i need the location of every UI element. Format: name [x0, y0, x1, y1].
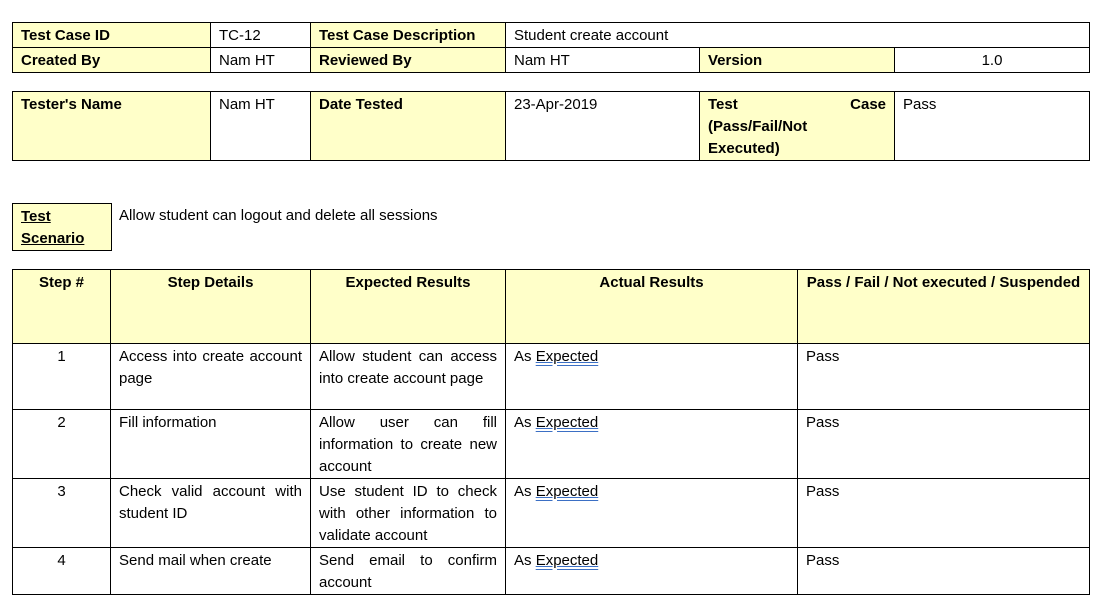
scenario-table: Test Scenario	[12, 203, 112, 251]
description-label: Test Case Description	[310, 22, 506, 48]
actual-expected-word: Expected	[535, 414, 599, 431]
step-details: Check valid account with student ID	[110, 478, 311, 548]
actual-expected-word: Expected	[535, 348, 599, 365]
step-number: 2	[12, 409, 111, 479]
scenario-label-part-2: Scenario	[21, 230, 85, 247]
actual-expected-word: Expected	[535, 552, 599, 569]
column-header-step: Step #	[12, 269, 111, 344]
test-case-result-value: Pass	[894, 91, 1090, 161]
step-details: Access into create account page	[110, 343, 311, 410]
actual-prefix: As	[514, 483, 532, 500]
version-value: 1.0	[894, 47, 1090, 73]
step-actual: As Expected	[505, 547, 798, 595]
actual-prefix: As	[514, 552, 532, 569]
actual-expected-word: Expected	[535, 483, 599, 500]
column-header-step-details: Step Details	[110, 269, 311, 344]
date-tested-value: 23-Apr-2019	[505, 91, 700, 161]
description-value: Student create account	[505, 22, 1090, 48]
test-case-result-label: Test Case (Pass/Fail/Not Executed)	[699, 91, 895, 161]
tester-name-label: Tester's Name	[12, 91, 211, 161]
test-case-id-value: TC-12	[210, 22, 311, 48]
step-expected: Use student ID to check with other infor…	[310, 478, 506, 548]
table-row: 1 Access into create account page Allow …	[12, 343, 1090, 410]
step-actual: As Expected	[505, 343, 798, 410]
tester-name-value: Nam HT	[210, 91, 311, 161]
result-label-part-3: (Pass/Fail/Not	[708, 118, 808, 135]
reviewed-by-label: Reviewed By	[310, 47, 506, 73]
result-label-part-1: Test	[708, 96, 738, 113]
tester-table: Tester's Name Nam HT Date Tested 23-Apr-…	[12, 91, 1090, 161]
step-number: 3	[12, 478, 111, 548]
column-header-expected: Expected Results	[310, 269, 506, 344]
step-status: Pass	[797, 343, 1090, 410]
steps-header-row: Step # Step Details Expected Results Act…	[12, 269, 1090, 344]
step-details: Fill information	[110, 409, 311, 479]
version-label: Version	[699, 47, 895, 73]
result-label-part-2: Case	[850, 96, 886, 113]
test-scenario-text: Allow student can logout and delete all …	[119, 207, 438, 224]
column-header-actual: Actual Results	[505, 269, 798, 344]
step-expected: Allow student can access into create acc…	[310, 343, 506, 410]
test-case-header-table: Test Case ID TC-12 Test Case Description…	[12, 22, 1090, 73]
step-status: Pass	[797, 547, 1090, 595]
created-by-value: Nam HT	[210, 47, 311, 73]
reviewed-by-value: Nam HT	[505, 47, 700, 73]
step-number: 4	[12, 547, 111, 595]
step-actual: As Expected	[505, 409, 798, 479]
date-tested-label: Date Tested	[310, 91, 506, 161]
table-row: 2 Fill information Allow user can fill i…	[12, 409, 1090, 479]
table-row: 4 Send mail when create Send email to co…	[12, 547, 1090, 595]
actual-prefix: As	[514, 348, 532, 365]
step-expected: Send email to confirm account	[310, 547, 506, 595]
step-status: Pass	[797, 409, 1090, 479]
test-scenario-label: Test Scenario	[12, 203, 112, 251]
actual-prefix: As	[514, 414, 532, 431]
step-details: Send mail when create	[110, 547, 311, 595]
step-actual: As Expected	[505, 478, 798, 548]
created-by-label: Created By	[12, 47, 211, 73]
test-case-id-label: Test Case ID	[12, 22, 211, 48]
step-expected: Allow user can fill information to creat…	[310, 409, 506, 479]
step-status: Pass	[797, 478, 1090, 548]
steps-table: Step # Step Details Expected Results Act…	[12, 269, 1090, 595]
column-header-status: Pass / Fail / Not executed / Suspended	[797, 269, 1090, 344]
table-row: 3 Check valid account with student ID Us…	[12, 478, 1090, 548]
step-number: 1	[12, 343, 111, 410]
result-label-part-4: Executed)	[708, 140, 780, 157]
scenario-label-part-1: Test	[21, 208, 51, 225]
